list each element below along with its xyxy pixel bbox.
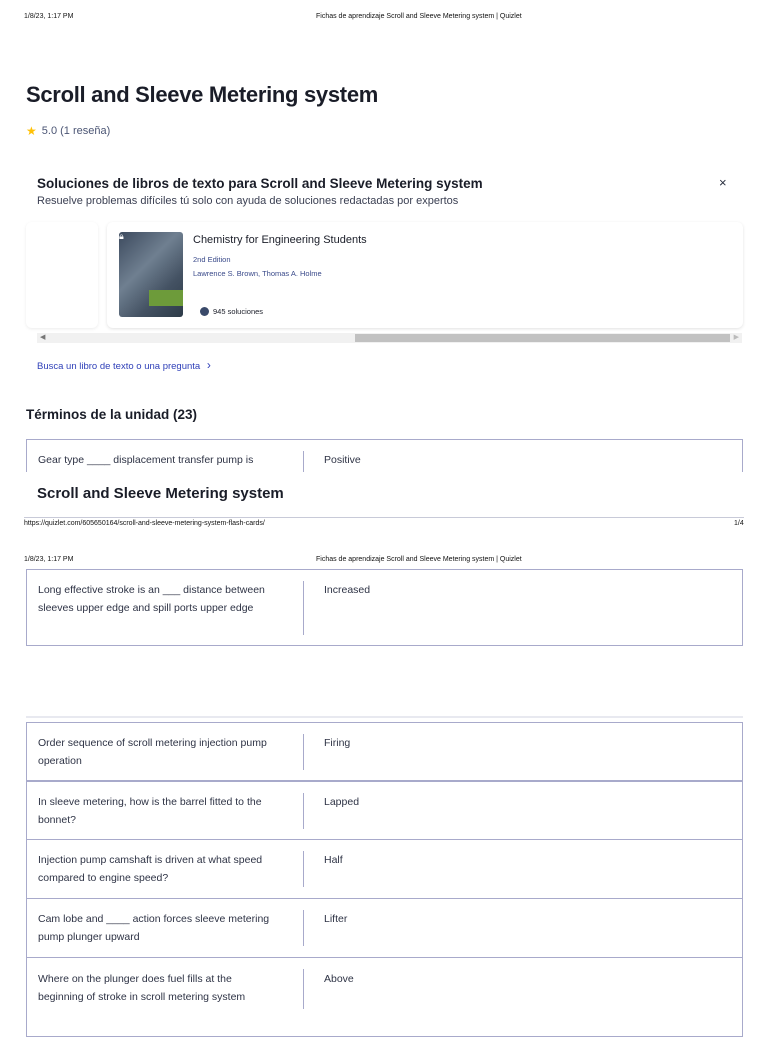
term: In sleeve metering, how is the barrel fi… — [38, 796, 262, 826]
verified-icon — [200, 307, 209, 316]
table-row: Order sequence of scroll metering inject… — [26, 722, 743, 781]
table-row: Long effective stroke is an ___ distance… — [26, 569, 743, 646]
definition: Half — [324, 854, 343, 866]
rating-text: 5.0 (1 reseña) — [41, 125, 111, 137]
definition: Increased — [324, 584, 371, 596]
scrollbar-thumb[interactable] — [355, 334, 730, 342]
table-row: In sleeve metering, how is the barrel fi… — [26, 781, 743, 840]
table-row: Gear type ____ displacement transfer pum… — [26, 439, 743, 473]
lock-icon: 🔒︎ — [119, 231, 124, 241]
solutions-title: Soluciones de libros de texto para Scrol… — [37, 176, 483, 191]
solutions-count-text: 945 soluciones — [213, 307, 264, 316]
definition: Positive — [324, 454, 361, 466]
term: Long effective stroke is an ___ distance… — [38, 584, 265, 614]
term: Injection pump camshaft is driven at wha… — [38, 854, 263, 884]
horizontal-scrollbar[interactable]: ◀ ▶ — [37, 333, 742, 343]
search-link-text: Busca un libro de texto o una pregunta — [37, 361, 201, 372]
solutions-count: 945 soluciones — [200, 307, 263, 316]
print-page-title: Fichas de aprendizaje Scroll and Sleeve … — [316, 13, 522, 20]
overlay-title: Scroll and Sleeve Metering system — [37, 485, 284, 502]
star-icon: ★ — [26, 124, 37, 138]
table-row: Cam lobe and ____ action forces sleeve m… — [26, 898, 743, 958]
definition: Lifter — [324, 913, 348, 925]
print-page-number: 1/4 — [734, 520, 744, 527]
search-textbook-link[interactable]: Busca un libro de texto o una pregunta › — [37, 358, 211, 372]
definition: Firing — [324, 737, 351, 749]
book-title[interactable]: Chemistry for Engineering Students — [193, 234, 367, 246]
print-datetime: 1/8/23, 1:17 PM — [24, 13, 74, 20]
definition: Above — [324, 973, 354, 985]
table-row: Injection pump camshaft is driven at wha… — [26, 839, 743, 899]
scroll-left-icon[interactable]: ◀ — [40, 333, 45, 341]
book-edition: 2nd Edition — [193, 255, 231, 264]
print-datetime-2: 1/8/23, 1:17 PM — [24, 556, 74, 563]
scroll-right-icon[interactable]: ▶ — [734, 333, 739, 341]
table-row: Where on the plunger does fuel fills at … — [26, 957, 743, 1037]
term: Order sequence of scroll metering inject… — [38, 737, 267, 767]
print-url: https://quizlet.com/605650164/scroll-and… — [24, 520, 265, 527]
page-title: Scroll and Sleeve Metering system — [26, 82, 379, 107]
book-cover — [119, 232, 183, 317]
term: Where on the plunger does fuel fills at … — [38, 973, 246, 1003]
close-icon[interactable]: × — [719, 175, 727, 190]
terms-heading: Términos de la unidad (23) — [26, 407, 198, 422]
term: Cam lobe and ____ action forces sleeve m… — [38, 913, 270, 943]
print-page-title-2: Fichas de aprendizaje Scroll and Sleeve … — [316, 556, 522, 563]
chevron-right-icon: › — [206, 358, 211, 372]
definition: Lapped — [324, 796, 360, 808]
previous-card[interactable] — [26, 222, 98, 328]
book-authors: Lawrence S. Brown, Thomas A. Holme — [193, 269, 322, 278]
rating[interactable]: ★ 5.0 (1 reseña) — [26, 124, 110, 138]
term: Gear type ____ displacement transfer pum… — [38, 454, 254, 466]
solutions-subtitle: Resuelve problemas difíciles tú solo con… — [37, 195, 459, 207]
